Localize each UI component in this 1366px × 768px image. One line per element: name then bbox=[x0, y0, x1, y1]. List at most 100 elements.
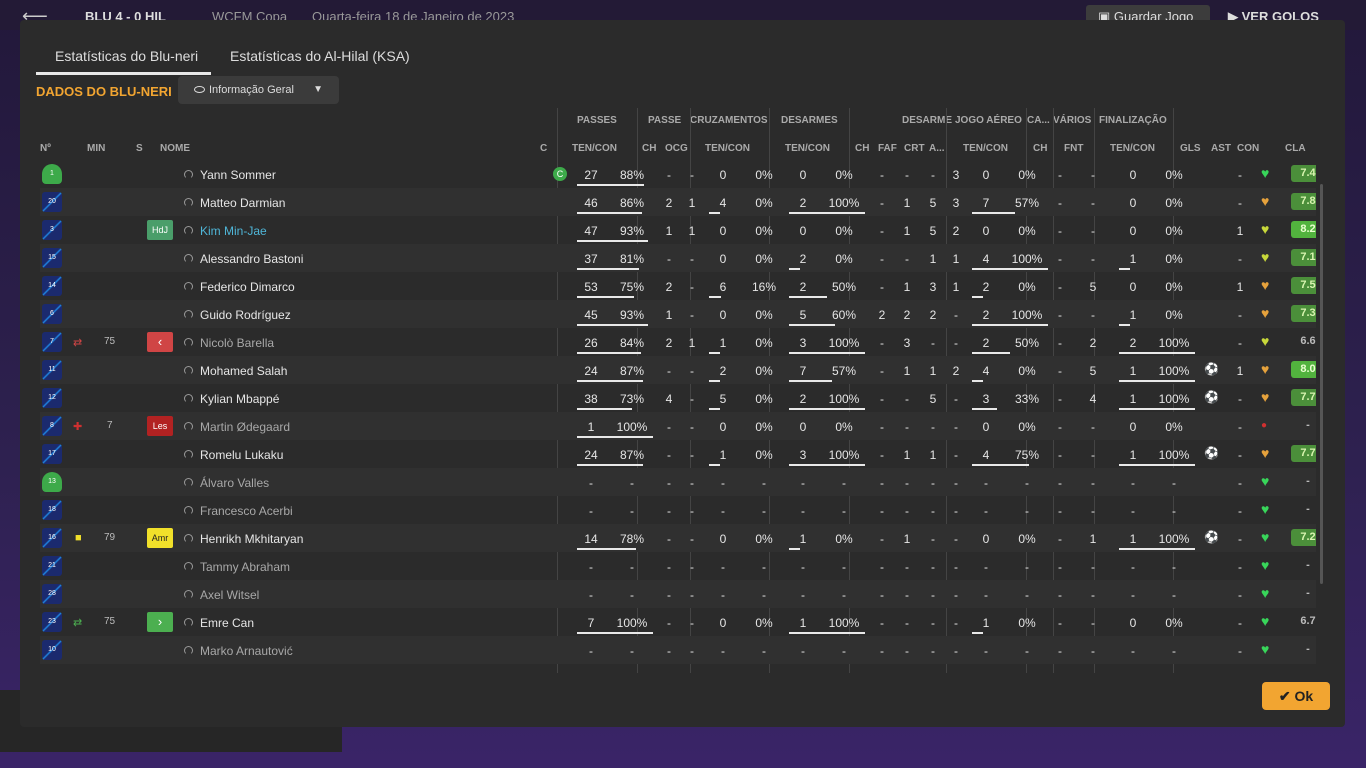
passe-ocg: - bbox=[690, 392, 694, 406]
col-header-ast-19[interactable]: AST bbox=[1211, 143, 1231, 154]
player-name[interactable]: Henrikh Mkhitaryan bbox=[200, 532, 303, 546]
table-row[interactable]: 11 Mohamed Salah 24 87% - -2 0% 7 57% -1 1 2 4 0% -5 1 1… bbox=[40, 356, 1316, 384]
shots-pct: 0% bbox=[1165, 616, 1183, 630]
table-row[interactable]: 16 ■ 79 Amr Henrikh Mkhitaryan 14 78% - - 0 0% 1 0% -… bbox=[40, 524, 1316, 552]
player-name[interactable]: Matteo Darmian bbox=[200, 196, 285, 210]
col-header-ten-con-5[interactable]: TEN/CON bbox=[572, 143, 617, 154]
table-row[interactable]: 21 Tammy Abraham - - - - - - - - - - - - - - - - - - - ♥ - bbox=[40, 552, 1316, 580]
tab-blu-neri-stats[interactable]: Estatísticas do Blu-neri bbox=[55, 48, 198, 64]
assists: 1 bbox=[1236, 364, 1244, 378]
col-header-ch-10[interactable]: CH bbox=[855, 143, 869, 154]
player-profile-icon[interactable] bbox=[184, 310, 193, 319]
table-row[interactable]: 14 Federico Dimarco 53 75% 2-6 16% 2 50% -1 3 1 2 0%… bbox=[40, 272, 1316, 300]
crosses-attempts: 1 bbox=[719, 336, 727, 350]
col-header-num-0[interactable]: Nº bbox=[40, 143, 51, 154]
player-name[interactable]: Marko Arnautović bbox=[200, 644, 293, 658]
passes-attempts: - bbox=[589, 644, 593, 658]
player-name[interactable]: Martin Ødegaard bbox=[200, 420, 290, 434]
table-row[interactable]: 7 ⇄ 75 ‹ Nicolò Barella 26 84% 2 1 1 0% 3 100% - 3 - - 2 5… bbox=[40, 328, 1316, 356]
player-profile-icon[interactable] bbox=[184, 618, 193, 627]
table-row[interactable]: 6 Guido Rodríguez 45 93% 1 - 0 0% 5 60% 2 2 2 - 2 100% -… bbox=[40, 300, 1316, 328]
player-profile-icon[interactable] bbox=[184, 562, 193, 571]
condition-heart-icon: ♥ bbox=[1261, 221, 1270, 237]
player-profile-icon[interactable] bbox=[184, 198, 193, 207]
col-header-min-1[interactable]: MIN bbox=[87, 143, 105, 154]
player-profile-icon[interactable] bbox=[184, 366, 193, 375]
table-row[interactable]: 17 Romelu Lukaku 24 87% - - 1 0% 3 100% - 1 1 - 4 75% - -… bbox=[40, 440, 1316, 468]
player-name[interactable]: Tammy Abraham bbox=[200, 560, 290, 574]
col-header-gls-18[interactable]: GLS bbox=[1180, 143, 1201, 154]
scrollbar[interactable] bbox=[1320, 184, 1323, 584]
passes-bar bbox=[577, 268, 639, 270]
ca-ch: - bbox=[1058, 644, 1062, 658]
col-header-con-20[interactable]: CON bbox=[1237, 143, 1259, 154]
table-row[interactable]: 28 Axel Witsel - - - - - - - - - - - - - - - - - - - ♥ - bbox=[40, 580, 1316, 608]
player-name[interactable]: Romelu Lukaku bbox=[200, 448, 283, 462]
tackle-crt: - bbox=[931, 644, 935, 658]
table-row[interactable]: 23 ⇄ 75 › Emre Can 7 100% - - 0 0% 1 100% - - - - 1 0% - - 0 0… bbox=[40, 608, 1316, 636]
col-header-s-2[interactable]: S bbox=[136, 143, 143, 154]
player-name[interactable]: Emre Can bbox=[200, 616, 254, 630]
player-name[interactable]: Yann Sommer bbox=[200, 168, 276, 182]
col-header-ch-15[interactable]: CH bbox=[1033, 143, 1047, 154]
player-name[interactable]: Mohamed Salah bbox=[200, 364, 287, 378]
tackles-bar bbox=[789, 380, 832, 382]
table-row[interactable]: 8 ✚ 7 Les Martin Ødegaard 1 100% - - 0 0% 0 0% - - - - 0 0… bbox=[40, 412, 1316, 440]
tab-al-hilal-stats[interactable]: Estatísticas do Al-Hilal (KSA) bbox=[230, 48, 410, 64]
player-profile-icon[interactable] bbox=[184, 394, 193, 403]
player-profile-icon[interactable] bbox=[184, 170, 193, 179]
player-name[interactable]: Guido Rodríguez bbox=[200, 308, 291, 322]
col-header-ch-6[interactable]: CH bbox=[642, 143, 656, 154]
player-profile-icon[interactable] bbox=[184, 534, 193, 543]
col-header-a-13[interactable]: A... bbox=[929, 143, 945, 154]
col-header-ten-con-9[interactable]: TEN/CON bbox=[785, 143, 830, 154]
table-row[interactable]: 12 Kylian Mbappé 38 73% 4 - 5 0% 2 100% - - 5 - 3 33% - 4… bbox=[40, 384, 1316, 412]
view-select-dropdown[interactable]: Informação Geral ▼ bbox=[178, 76, 339, 104]
player-name[interactable]: Francesco Acerbi bbox=[200, 504, 293, 518]
passes-attempts: - bbox=[589, 560, 593, 574]
condition-heart-icon: ♥ bbox=[1261, 361, 1270, 377]
ok-button[interactable]: ✔ Ok bbox=[1262, 682, 1330, 710]
player-name[interactable]: Kylian Mbappé bbox=[200, 392, 279, 406]
crosses-bar bbox=[709, 464, 720, 466]
col-header-faf-11[interactable]: FAF bbox=[878, 143, 897, 154]
col-header-ten-con-8[interactable]: TEN/CON bbox=[705, 143, 750, 154]
player-profile-icon[interactable] bbox=[184, 646, 193, 655]
passe-ocg: 1 bbox=[688, 196, 696, 210]
passes-pct: - bbox=[630, 644, 634, 658]
table-row[interactable]: 10 Marko Arnautović - - - - - - - - - - - - - - - - - - - ♥ - bbox=[40, 636, 1316, 664]
player-profile-icon[interactable] bbox=[184, 226, 193, 235]
col-header-fnt-16[interactable]: FNT bbox=[1064, 143, 1083, 154]
table-row[interactable]: 13 Álvaro Valles - - - - - - - - - - - - - - - - - - - ♥ - bbox=[40, 468, 1316, 496]
ca-ch: - bbox=[1058, 476, 1062, 490]
col-header-nome-3[interactable]: NOME bbox=[160, 143, 190, 154]
table-row[interactable]: 15 Alessandro Bastoni 37 81% - -0 0% 2 0% - -1 1 4 10… bbox=[40, 244, 1316, 272]
player-profile-icon[interactable] bbox=[184, 422, 193, 431]
table-row[interactable]: 18 Francesco Acerbi - - - - - - - - - - - - - - - - - - - ♥ - bbox=[40, 496, 1316, 524]
shots-bar bbox=[1119, 380, 1195, 382]
player-profile-icon[interactable] bbox=[184, 282, 193, 291]
assists: - bbox=[1238, 616, 1242, 630]
player-name[interactable]: Kim Min-Jae bbox=[200, 224, 267, 238]
player-profile-icon[interactable] bbox=[184, 338, 193, 347]
player-profile-icon[interactable] bbox=[184, 478, 193, 487]
player-profile-icon[interactable] bbox=[184, 590, 193, 599]
player-profile-icon[interactable] bbox=[184, 254, 193, 263]
player-name[interactable]: Federico Dimarco bbox=[200, 280, 295, 294]
col-header-cla-21[interactable]: CLA bbox=[1285, 143, 1306, 154]
col-header-ten-con-14[interactable]: TEN/CON bbox=[963, 143, 1008, 154]
col-header-crt-12[interactable]: CRT bbox=[904, 143, 925, 154]
player-name[interactable]: Álvaro Valles bbox=[200, 476, 269, 490]
table-row[interactable]: 1 Yann Sommer C 27 88% - - 0 0% 0 0% - - - 3 0 0% - - 0 0% - ♥… bbox=[40, 160, 1316, 188]
col-header-ten-con-17[interactable]: TEN/CON bbox=[1110, 143, 1155, 154]
player-name[interactable]: Axel Witsel bbox=[200, 588, 259, 602]
player-name[interactable]: Nicolò Barella bbox=[200, 336, 274, 350]
player-name[interactable]: Alessandro Bastoni bbox=[200, 252, 303, 266]
col-header-ocg-7[interactable]: OCG bbox=[665, 143, 688, 154]
player-profile-icon[interactable] bbox=[184, 450, 193, 459]
col-header-c-4[interactable]: C bbox=[540, 143, 547, 154]
ok-label: Ok bbox=[1294, 688, 1314, 704]
player-profile-icon[interactable] bbox=[184, 506, 193, 515]
table-row[interactable]: 3 HdJ Kim Min-Jae 47 93% 1 1 0 0% 0 0% - 1 5 2 0 0% - - 0 0%… bbox=[40, 216, 1316, 244]
table-row[interactable]: 20 Matteo Darmian 46 86% 2 1 4 0% 2 100% - 1 5 3 7 57% -… bbox=[40, 188, 1316, 216]
